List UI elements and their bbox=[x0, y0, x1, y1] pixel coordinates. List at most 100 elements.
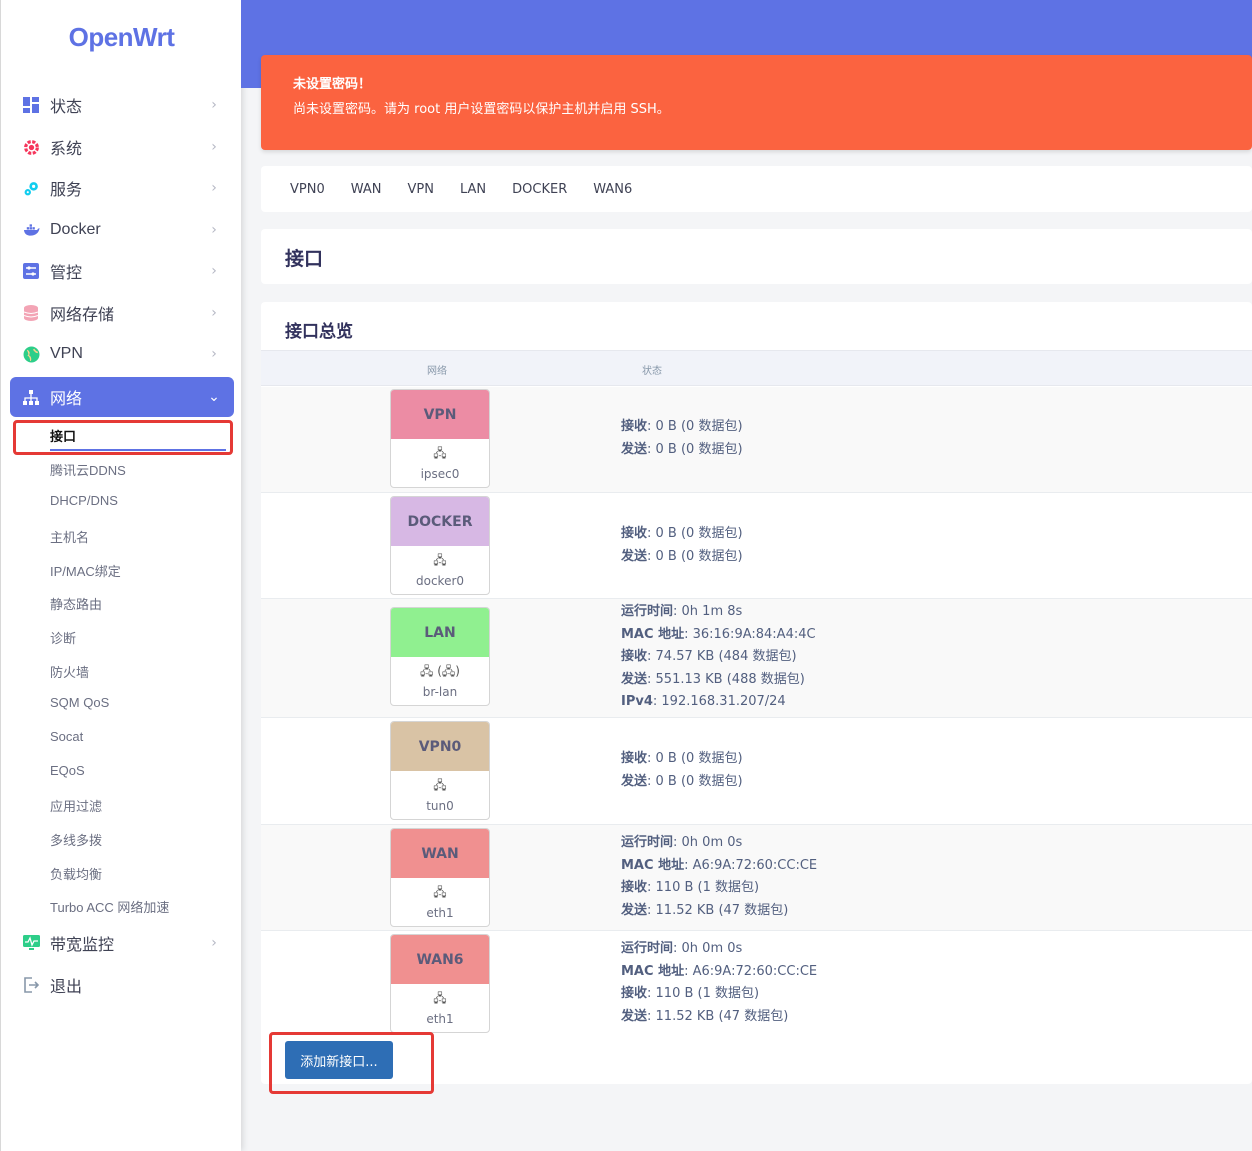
menu-item-control[interactable]: 管控 › bbox=[10, 251, 234, 291]
submenu-load-balance[interactable]: 负载均衡 bbox=[50, 864, 102, 883]
password-alert: 未设置密码！ 尚未设置密码。请为 root 用户设置密码以保护主机并启用 SSH… bbox=[261, 55, 1252, 150]
sitemap-icon bbox=[22, 388, 40, 406]
device-name: eth1 bbox=[426, 1012, 454, 1026]
interface-stats: 运行时间: 0h 1m 8s MAC 地址: 36:16:9A:84:A4:4C… bbox=[621, 604, 816, 709]
interface-name: WAN6 bbox=[391, 935, 489, 984]
submenu-firewall[interactable]: 防火墙 bbox=[50, 662, 89, 681]
dashboard-icon bbox=[22, 96, 40, 114]
ethernet-port-icon: 🖧 bbox=[433, 778, 447, 792]
submenu-diagnostics[interactable]: 诊断 bbox=[50, 628, 76, 647]
menu-item-docker[interactable]: Docker › bbox=[10, 210, 234, 250]
monitor-icon bbox=[22, 934, 40, 952]
section-title: 接口总览 bbox=[285, 322, 353, 342]
menu-label: VPN bbox=[50, 345, 83, 362]
tab-docker[interactable]: DOCKER bbox=[512, 182, 567, 197]
cogs-icon bbox=[22, 179, 40, 197]
sidebar: OpenWrt 状态 › 系统 › 服务 › Docker › 管控 › 网络存… bbox=[0, 0, 241, 1151]
menu-item-nas[interactable]: 网络存储 › bbox=[10, 293, 234, 333]
submenu-static-route[interactable]: 静态路由 bbox=[50, 594, 102, 613]
interface-badge-vpn0[interactable]: VPN0 🖧 tun0 bbox=[390, 721, 490, 820]
highlight-box bbox=[13, 420, 233, 455]
submenu-socat[interactable]: Socat bbox=[50, 729, 83, 744]
chevron-right-icon: › bbox=[211, 139, 217, 155]
page-title: 接口 bbox=[285, 248, 324, 270]
alert-title: 未设置密码！ bbox=[293, 77, 372, 92]
interface-badge-wan[interactable]: WAN 🖧 eth1 bbox=[390, 828, 490, 927]
table-row: DOCKER 🖧 docker0 接收: 0 B (0 数据包) 发送: 0 B… bbox=[261, 493, 1252, 599]
submenu-eqos[interactable]: EQoS bbox=[50, 763, 85, 778]
interface-name: WAN bbox=[391, 829, 489, 878]
device-info: 🖧 (🖧) br-lan bbox=[391, 660, 489, 699]
device-name: ipsec0 bbox=[420, 467, 460, 481]
openwrt-logo[interactable]: OpenWrt bbox=[1, 22, 242, 53]
interface-badge-docker[interactable]: DOCKER 🖧 docker0 bbox=[390, 496, 490, 595]
menu-label: 退出 bbox=[50, 979, 83, 996]
interface-stats: 运行时间: 0h 0m 0s MAC 地址: A6:9A:72:60:CC:CE… bbox=[621, 941, 818, 1024]
menu-item-services[interactable]: 服务 › bbox=[10, 168, 234, 208]
interface-name: LAN bbox=[391, 608, 489, 657]
submenu-sqm-qos[interactable]: SQM QoS bbox=[50, 695, 109, 710]
alert-message: 尚未设置密码。请为 root 用户设置密码以保护主机并启用 SSH。 bbox=[293, 102, 670, 117]
sliders-icon bbox=[22, 262, 40, 280]
col-status: 状态 bbox=[642, 366, 662, 377]
device-name: tun0 bbox=[426, 799, 454, 813]
device-info: 🖧 docker0 bbox=[391, 549, 489, 588]
interface-name: VPN bbox=[391, 390, 489, 439]
chevron-right-icon: › bbox=[211, 346, 217, 362]
ethernet-port-icon: 🖧 bbox=[433, 885, 447, 899]
chevron-right-icon: › bbox=[211, 305, 217, 321]
menu-item-logout[interactable]: 退出 bbox=[10, 965, 234, 1005]
interface-stats: 接收: 0 B (0 数据包) 发送: 0 B (0 数据包) bbox=[621, 419, 743, 457]
database-icon bbox=[22, 304, 40, 322]
logout-icon bbox=[22, 976, 40, 994]
submenu-ip-mac-bind[interactable]: IP/MAC绑定 bbox=[50, 561, 121, 580]
interface-badge-lan[interactable]: LAN 🖧 (🖧) br-lan bbox=[390, 607, 490, 706]
table-row: LAN 🖧 (🖧) br-lan 运行时间: 0h 1m 8s MAC 地址: … bbox=[261, 599, 1252, 718]
menu-item-status[interactable]: 状态 › bbox=[10, 85, 234, 125]
submenu-multi-dial[interactable]: 多线多拨 bbox=[50, 830, 102, 849]
interface-stats: 接收: 0 B (0 数据包) 发送: 0 B (0 数据包) bbox=[621, 751, 743, 789]
chevron-right-icon: › bbox=[211, 97, 217, 113]
device-info: 🖧 tun0 bbox=[391, 774, 489, 813]
menu-item-network[interactable]: 网络 ⌄ bbox=[10, 377, 234, 417]
tab-lan[interactable]: LAN bbox=[460, 182, 486, 197]
page-title-card: 接口 bbox=[261, 229, 1252, 284]
bridge-ports-icon: 🖧 (🖧) bbox=[420, 664, 460, 678]
ethernet-port-icon: 🖧 bbox=[433, 553, 447, 567]
menu-label: 网络 bbox=[50, 391, 83, 408]
tab-vpn[interactable]: VPN bbox=[408, 182, 434, 197]
submenu-hostname[interactable]: 主机名 bbox=[50, 527, 89, 546]
submenu-app-filter[interactable]: 应用过滤 bbox=[50, 796, 102, 815]
interface-badge-vpn[interactable]: VPN 🖧 ipsec0 bbox=[390, 389, 490, 488]
device-name: docker0 bbox=[415, 574, 465, 588]
menu-label: 网络存储 bbox=[50, 307, 115, 324]
submenu-tencent-ddns[interactable]: 腾讯云DDNS bbox=[50, 460, 126, 479]
menu-item-bandwidth[interactable]: 带宽监控 › bbox=[10, 923, 234, 963]
table-row: VPN0 🖧 tun0 接收: 0 B (0 数据包) 发送: 0 B (0 数… bbox=[261, 718, 1252, 825]
tab-vpn0[interactable]: VPN0 bbox=[290, 182, 325, 197]
menu-item-vpn[interactable]: VPN › bbox=[10, 334, 234, 374]
submenu-turbo-acc[interactable]: Turbo ACC 网络加速 bbox=[50, 897, 169, 916]
menu-label: 系统 bbox=[50, 141, 83, 158]
interface-tabs: VPN0 WAN VPN LAN DOCKER WAN6 bbox=[261, 166, 1252, 212]
ethernet-port-icon: 🖧 bbox=[433, 991, 447, 1005]
interface-stats: 运行时间: 0h 0m 0s MAC 地址: A6:9A:72:60:CC:CE… bbox=[621, 835, 818, 918]
tab-wan[interactable]: WAN bbox=[351, 182, 382, 197]
menu-label: 状态 bbox=[50, 99, 83, 116]
tab-wan6[interactable]: WAN6 bbox=[593, 182, 632, 197]
table-row: VPN 🖧 ipsec0 接收: 0 B (0 数据包) 发送: 0 B (0 … bbox=[261, 387, 1252, 493]
chevron-right-icon: › bbox=[211, 180, 217, 196]
submenu-dhcp-dns[interactable]: DHCP/DNS bbox=[50, 493, 118, 508]
interface-name: DOCKER bbox=[391, 497, 489, 546]
docker-icon bbox=[22, 221, 40, 239]
chevron-right-icon: › bbox=[211, 263, 217, 279]
menu-label: 服务 bbox=[50, 182, 83, 199]
menu-item-system[interactable]: 系统 › bbox=[10, 127, 234, 167]
chevron-down-icon: ⌄ bbox=[208, 389, 220, 405]
globe-icon bbox=[22, 345, 40, 363]
highlight-box bbox=[269, 1032, 434, 1094]
device-name: br-lan bbox=[422, 685, 458, 699]
menu-label: Docker bbox=[50, 221, 101, 238]
chevron-right-icon: › bbox=[211, 935, 217, 951]
interface-badge-wan6[interactable]: WAN6 🖧 eth1 bbox=[390, 934, 490, 1033]
